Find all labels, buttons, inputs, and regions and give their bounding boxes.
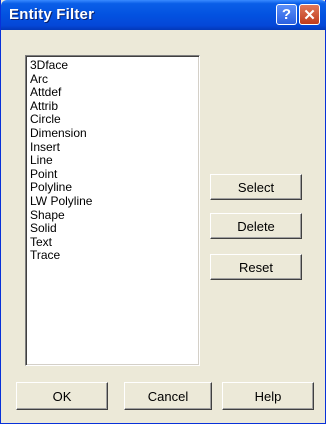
dialog-title: Entity Filter — [9, 6, 95, 23]
entity-listbox[interactable]: 3Dface Arc Attdef Attrib Circle Dimensio… — [25, 55, 200, 366]
list-item[interactable]: Attdef — [30, 86, 199, 100]
list-item[interactable]: Solid — [30, 222, 199, 236]
list-item[interactable]: Insert — [30, 140, 199, 155]
list-item[interactable]: Arc — [30, 72, 199, 87]
list-item[interactable]: Attrib — [30, 99, 199, 114]
select-button[interactable]: Select — [210, 174, 302, 200]
help-button[interactable]: Help — [222, 382, 314, 410]
list-item[interactable]: Text — [30, 235, 199, 250]
delete-button[interactable]: Delete — [210, 213, 302, 239]
list-item[interactable]: LW Polyline — [30, 194, 199, 209]
list-item[interactable]: Trace — [30, 249, 199, 263]
list-item[interactable]: Point — [30, 167, 199, 182]
ok-button[interactable]: OK — [16, 382, 108, 410]
reset-button[interactable]: Reset — [210, 254, 302, 280]
list-item[interactable]: Circle — [30, 113, 199, 127]
help-icon[interactable]: ? — [276, 4, 297, 25]
cancel-button[interactable]: Cancel — [124, 382, 212, 410]
close-icon[interactable]: ✕ — [299, 4, 320, 25]
entity-filter-dialog: Entity Filter ? ✕ 3Dface Arc Attdef Attr… — [0, 0, 326, 424]
list-item[interactable]: 3Dface — [30, 58, 199, 73]
list-item[interactable]: Dimension — [30, 126, 199, 141]
list-item[interactable]: Polyline — [30, 181, 199, 195]
list-item[interactable]: Shape — [30, 208, 199, 223]
list-item[interactable]: Line — [30, 154, 199, 168]
title-bar[interactable]: Entity Filter ? ✕ — [1, 0, 326, 30]
